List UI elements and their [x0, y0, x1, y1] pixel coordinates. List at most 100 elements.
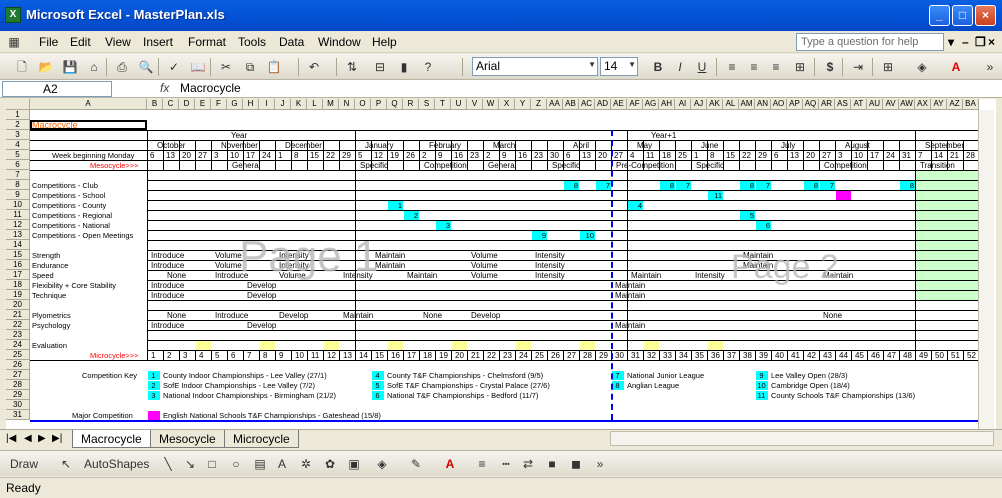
column-header-ax[interactable]: AX [915, 99, 931, 110]
column-header-d[interactable]: D [179, 99, 195, 110]
row-header-21[interactable]: 21 [6, 310, 30, 320]
fill-color-icon[interactable]: ◈ [374, 456, 390, 472]
row-header-25[interactable]: 25 [6, 350, 30, 360]
bold-icon[interactable]: B [650, 59, 666, 75]
competition-marker[interactable]: 5 [740, 211, 755, 220]
column-header-ab[interactable]: AB [563, 99, 579, 110]
column-header-t[interactable]: T [435, 99, 451, 110]
select-objects-icon[interactable]: ↖ [58, 456, 74, 472]
increase-indent-icon[interactable]: ⇥ [850, 59, 866, 75]
print-preview-icon[interactable]: 🔍 [138, 59, 154, 75]
arrow-style-icon[interactable]: ⇄ [520, 456, 536, 472]
column-header-af[interactable]: AF [627, 99, 643, 110]
competition-marker[interactable]: 7 [820, 181, 835, 190]
title-bar[interactable]: X Microsoft Excel - MasterPlan.xls _ □ × [0, 0, 1002, 31]
column-header-aa[interactable]: AA [547, 99, 563, 110]
column-header-u[interactable]: U [451, 99, 467, 110]
new-icon[interactable]: 🗋 [14, 59, 30, 75]
evaluation-marker[interactable] [708, 341, 723, 350]
column-header-g[interactable]: G [227, 99, 243, 110]
competition-marker[interactable]: 8 [740, 181, 755, 190]
row-header-3[interactable]: 3 [6, 130, 30, 140]
column-header-aw[interactable]: AW [899, 99, 915, 110]
evaluation-marker[interactable] [452, 341, 467, 350]
column-header-ad[interactable]: AD [595, 99, 611, 110]
print-icon[interactable]: ⎙ [114, 59, 130, 75]
menu-data[interactable]: Data [279, 35, 304, 49]
column-header-ag[interactable]: AG [643, 99, 659, 110]
competition-marker[interactable]: 1 [388, 201, 403, 210]
toolbar-options-icon[interactable]: » [982, 59, 998, 75]
help-search-input[interactable]: Type a question for help [796, 33, 944, 51]
undo-icon[interactable]: ↶ [306, 59, 322, 75]
fill-color-icon[interactable]: ◈ [914, 59, 930, 75]
column-header-at[interactable]: AT [851, 99, 867, 110]
row-header-5[interactable]: 5 [6, 150, 30, 160]
rectangle-icon[interactable]: □ [204, 456, 220, 472]
column-header-k[interactable]: K [291, 99, 307, 110]
row-header-31[interactable]: 31 [6, 410, 30, 420]
font-name-select[interactable]: Arial ▼ [472, 57, 598, 76]
column-header-a[interactable]: A [30, 99, 147, 110]
column-header-n[interactable]: N [339, 99, 355, 110]
maximize-button[interactable]: □ [952, 5, 973, 26]
column-header-q[interactable]: Q [387, 99, 403, 110]
research-icon[interactable]: 📖 [190, 59, 206, 75]
competition-marker[interactable]: 4 [628, 201, 643, 210]
font-color-icon[interactable]: A [442, 456, 458, 472]
draw-menu-button[interactable]: Draw [10, 456, 38, 472]
column-header-x[interactable]: X [499, 99, 515, 110]
column-header-i[interactable]: I [259, 99, 275, 110]
evaluation-marker[interactable] [260, 341, 275, 350]
evaluation-marker[interactable] [196, 341, 211, 350]
font-color-icon[interactable]: A [948, 59, 964, 75]
column-header-av[interactable]: AV [883, 99, 899, 110]
menu-window[interactable]: Window [318, 35, 361, 49]
column-header-s[interactable]: S [419, 99, 435, 110]
close-button[interactable]: × [975, 5, 996, 26]
picture-icon[interactable]: ▣ [346, 456, 362, 472]
column-header-ar[interactable]: AR [819, 99, 835, 110]
row-header-19[interactable]: 19 [6, 290, 30, 300]
excel-icon[interactable]: X [5, 7, 21, 23]
worksheet-grid[interactable]: A B C D E F G H I J K L M N O P Q R S T U V W X Y Z AA AB AC AD AE AF AG… [6, 99, 996, 429]
column-header-aj[interactable]: AJ [691, 99, 707, 110]
evaluation-marker[interactable] [388, 341, 403, 350]
column-header-as[interactable]: AS [835, 99, 851, 110]
menu-tools[interactable]: Tools [238, 35, 266, 49]
column-header-m[interactable]: M [323, 99, 339, 110]
competition-marker[interactable]: 7 [676, 181, 691, 190]
row-header-9[interactable]: 9 [6, 190, 30, 200]
competition-marker[interactable]: 10 [580, 231, 595, 240]
competition-marker[interactable]: 9 [532, 231, 547, 240]
oval-icon[interactable]: ○ [228, 456, 244, 472]
chevron-down-icon[interactable]: ▼ [588, 60, 596, 69]
last-sheet-icon[interactable]: ▶| [52, 433, 62, 444]
column-header-ae[interactable]: AE [611, 99, 627, 110]
competition-marker[interactable]: 8 [900, 181, 915, 190]
row-header-27[interactable]: 27 [6, 370, 30, 380]
diagram-icon[interactable]: ✲ [298, 456, 314, 472]
name-box[interactable]: A2 [2, 81, 112, 97]
row-header-11[interactable]: 11 [6, 210, 30, 220]
row-header-16[interactable]: 16 [6, 260, 30, 270]
wordart-icon[interactable]: A [274, 456, 290, 472]
currency-icon[interactable]: $ [822, 59, 838, 75]
column-header-ac[interactable]: AC [579, 99, 595, 110]
competition-marker[interactable]: 11 [708, 191, 723, 200]
competition-marker[interactable]: 8 [804, 181, 819, 190]
help-icon[interactable]: ? [420, 59, 436, 75]
menu-insert[interactable]: Insert [143, 35, 173, 49]
paste-icon[interactable]: 📋 [266, 59, 282, 75]
row-header-30[interactable]: 30 [6, 400, 30, 410]
menu-help[interactable]: Help [372, 35, 397, 49]
borders-icon[interactable]: ⊞ [880, 59, 896, 75]
competition-marker[interactable]: 7 [756, 181, 771, 190]
tab-microcycle[interactable]: Microcycle [224, 430, 299, 448]
font-size-select[interactable]: 14 ▼ [600, 57, 638, 76]
horizontal-scrollbar[interactable] [610, 431, 994, 446]
textbox-icon[interactable]: ▤ [252, 456, 268, 472]
line-color-icon[interactable]: ✎ [408, 456, 424, 472]
row-header-18[interactable]: 18 [6, 280, 30, 290]
prev-sheet-icon[interactable]: ◀ [24, 433, 32, 444]
